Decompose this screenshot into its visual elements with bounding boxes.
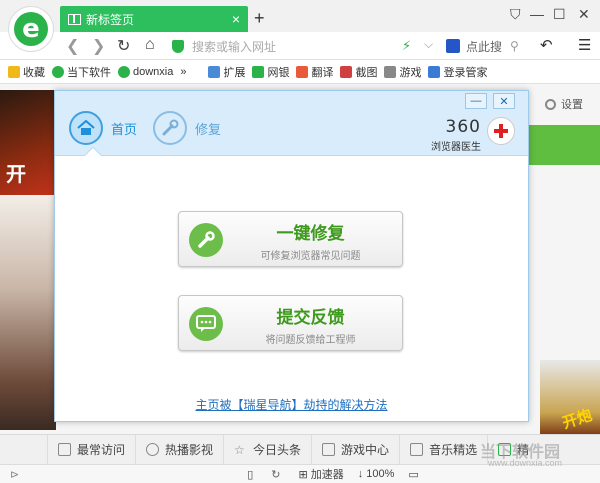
- settings-button[interactable]: 设置: [545, 96, 583, 112]
- chevron-down-icon[interactable]: ⌵: [424, 37, 433, 52]
- bottom-music[interactable]: 音乐精选: [400, 434, 489, 465]
- browser-logo[interactable]: e: [8, 6, 54, 52]
- one-click-repair-button[interactable]: 一键修复 可修复浏览器常见问题: [178, 211, 403, 267]
- window-icon[interactable]: ▭: [408, 468, 418, 481]
- undo-icon[interactable]: ↶: [540, 36, 553, 54]
- bookmark-screenshot[interactable]: 截图: [340, 64, 377, 80]
- submit-feedback-button[interactable]: 提交反馈 将问题反馈给工程师: [178, 295, 403, 351]
- bookmark-netbank[interactable]: 网银: [252, 64, 289, 80]
- bottom-hot-videos[interactable]: 热播影视: [136, 434, 225, 465]
- new-tab-button[interactable]: +: [254, 8, 265, 29]
- corner-ad[interactable]: 开炮: [540, 360, 600, 435]
- maximize-button[interactable]: ☐: [553, 6, 566, 23]
- tab-close-button[interactable]: ×: [232, 11, 240, 27]
- wrench-icon: [153, 111, 187, 145]
- watermark-url: www.downxia.com: [488, 458, 563, 468]
- search-input[interactable]: 点此搜 ⚲: [446, 35, 536, 57]
- bookmark-dangxia[interactable]: 当下软件: [52, 64, 111, 80]
- device-icon[interactable]: ▯: [247, 468, 253, 481]
- bookmarks-bar: 收藏 当下软件 downxia » 扩展 网银 翻译 截图 游戏 登录管家: [0, 60, 600, 84]
- search-placeholder: 点此搜: [466, 39, 503, 54]
- grid-icon: [68, 13, 81, 25]
- hijack-solution-link[interactable]: 主页被【瑞星导航】劫持的解决方法: [55, 396, 528, 413]
- forward-icon[interactable]: ❯: [92, 36, 105, 56]
- back-icon[interactable]: ❮: [66, 36, 79, 56]
- tab-new-tab[interactable]: 新标签页 ×: [60, 6, 248, 32]
- grid-icon: ⊞: [298, 468, 308, 481]
- star-icon: ☆: [234, 443, 245, 457]
- address-placeholder: 搜索或输入网址: [192, 39, 277, 54]
- side-banner[interactable]: [520, 125, 600, 165]
- tab-title: 新标签页: [86, 12, 135, 27]
- home-icon[interactable]: ⌂: [145, 36, 155, 54]
- baidu-icon: [446, 39, 460, 53]
- menu-icon[interactable]: ☰: [578, 36, 591, 54]
- game-artwork[interactable]: [0, 195, 56, 430]
- gear-icon: [545, 98, 556, 110]
- list-icon: [58, 443, 71, 456]
- shield-icon: [172, 39, 184, 53]
- tab-home[interactable]: 首页: [69, 111, 137, 145]
- close-window-button[interactable]: ✕: [578, 6, 590, 23]
- music-icon: [410, 443, 424, 456]
- dialog-close-button[interactable]: ✕: [493, 93, 515, 109]
- search-icon[interactable]: ⚲: [510, 39, 519, 53]
- bookmark-favorites[interactable]: 收藏: [8, 64, 45, 80]
- minimize-button[interactable]: —: [530, 6, 544, 22]
- red-cross-icon: [487, 117, 515, 145]
- bookmarks-more[interactable]: »: [180, 66, 186, 78]
- dialog-minimize-button[interactable]: —: [465, 93, 487, 109]
- scissors-icon: [340, 65, 353, 78]
- grid-icon: [208, 65, 221, 78]
- accelerator-button[interactable]: ⊞ 加速器: [299, 466, 344, 482]
- e-logo-icon: e: [14, 12, 48, 46]
- play-icon: [146, 443, 160, 456]
- sidebar-toggle-icon[interactable]: ⊳: [10, 468, 19, 481]
- download-icon: ↓: [357, 468, 364, 480]
- bookmark-translate[interactable]: 翻译: [296, 64, 333, 80]
- bottom-game-center[interactable]: 游戏中心: [312, 434, 401, 465]
- gamepad-icon: [322, 443, 336, 456]
- tab-repair[interactable]: 修复: [153, 111, 221, 145]
- skin-icon[interactable]: ⛉: [510, 6, 521, 23]
- download-button[interactable]: ↓ 100%: [358, 468, 395, 480]
- bottom-most-visited[interactable]: 最常访问: [48, 434, 137, 465]
- refresh-icon[interactable]: ↻: [117, 36, 130, 56]
- star-icon: [8, 65, 20, 78]
- shield-icon: [252, 65, 265, 78]
- dialog-header: 首页 修复 — ✕ 360 浏览器医生: [55, 91, 528, 156]
- d-icon: [52, 65, 64, 78]
- home-icon: [69, 111, 103, 145]
- bookmark-games[interactable]: 游戏: [384, 64, 421, 80]
- bookmark-extensions[interactable]: 扩展: [208, 64, 245, 80]
- bookmark-downxia[interactable]: downxia: [118, 65, 173, 78]
- brand-360-doctor: 360 浏览器医生: [431, 117, 481, 153]
- translate-icon: [296, 65, 309, 78]
- user-icon: [428, 65, 441, 78]
- d-icon: [118, 65, 130, 78]
- game-banner[interactable]: 开: [0, 90, 56, 195]
- bookmark-login-manager[interactable]: 登录管家: [428, 64, 487, 80]
- lightning-icon[interactable]: ⚡: [402, 38, 411, 54]
- gamepad-icon: [384, 65, 397, 78]
- bottom-today-headlines[interactable]: ☆ 今日头条: [224, 434, 313, 465]
- refresh-icon[interactable]: ↻: [271, 468, 280, 481]
- browser-doctor-dialog: 首页 修复 — ✕ 360 浏览器医生 一键修复 可修复浏览器常见问题 提交反馈…: [54, 90, 529, 422]
